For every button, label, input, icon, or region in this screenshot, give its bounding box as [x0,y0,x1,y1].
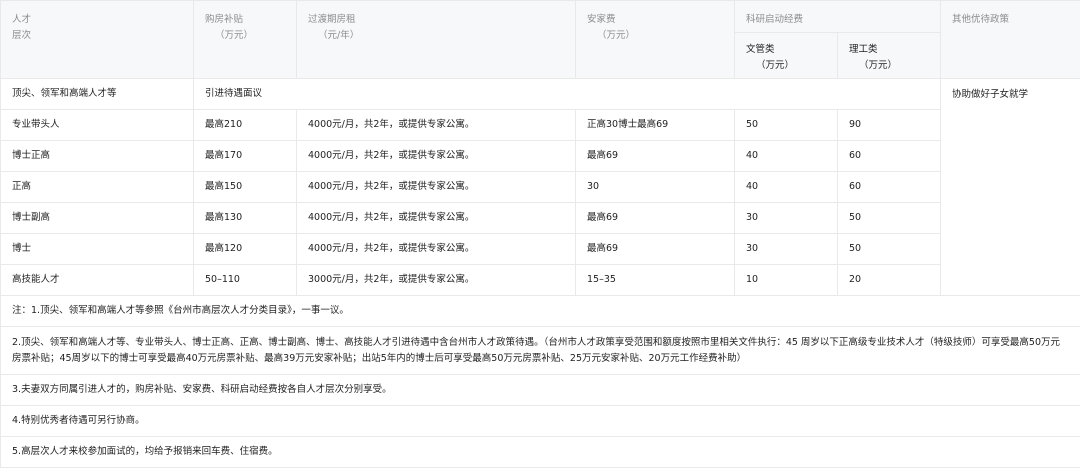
note-3: 3.夫妻双方同属引进人才的，购房补贴、安家费、科研启动经费按各自人才层次分别享受… [0,374,1080,406]
header-housing-subsidy: 购房补贴 （万元） [193,0,297,79]
table-header: 人才 层次 购房补贴 （万元） 过渡期房租 （元/年） 安家费 （万元） 科研启动经费 … [0,0,1080,79]
header-research-funding: 科研启动经费 [733,0,942,33]
table-row: 高技能人才 50–110 3000元/月，共2年，或提供专家公寓。 15–35 10 2… [0,264,1080,296]
other-policy-cell: 协助做好子女就学 [940,78,1080,296]
table-row: 博士副高 最高130 4000元/月，共2年，或提供专家公寓。 最高69 30 50 [0,202,1080,234]
header-transitional-rent: 过渡期房租 （元/年） [296,0,576,79]
table-row: 正高 最高150 4000元/月，共2年，或提供专家公寓。 30 40 60 [0,171,1080,203]
header-other-policies: 其他优待政策 [940,0,1080,79]
row-top-level: 顶尖、领军和高端人才等 [0,78,194,110]
header-level: 人才 层次 [0,0,194,79]
table-row: 博士正高 最高170 4000元/月，共2年，或提供专家公寓。 最高69 40 60 [0,140,1080,172]
note-1: 注：1.顶尖、领军和高端人才等参照《台州市高层次人才分类目录》，一事一议。 [0,295,1080,327]
note-5: 5.高层次人才来校参加面试的，均给予报销来回车费、住宿费。 [0,436,1080,468]
header-research-mgmt: 文管类 （万元） [734,32,838,79]
row-top-policy: 引进待遇面议 [192,78,942,110]
header-settlement-fee: 安家费 （万元） [575,0,735,79]
talent-policy-table: 人才 层次 购房补贴 （万元） 过渡期房租 （元/年） 安家费 （万元） 科研启动经费 … [0,0,1080,468]
note-2: 2.顶尖、领军和高端人才等、专业带头人、博士正高、正高、博士副高、博士、高技能人… [0,326,1080,375]
table-row: 专业带头人 最高210 4000元/月，共2年，或提供专家公寓。 正高30博士最高6… [0,109,1080,141]
header-research-sci: 理工类 （万元） [836,32,942,79]
table-row: 博士 最高120 4000元/月，共2年，或提供专家公寓。 最高69 30 50 [0,233,1080,265]
note-4: 4.特别优秀者待遇可另行协商。 [0,405,1080,437]
